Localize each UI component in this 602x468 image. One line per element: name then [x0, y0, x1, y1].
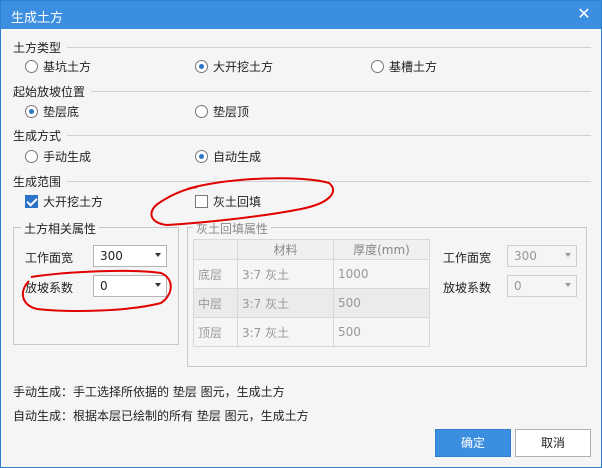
work-width-combo[interactable]: 300 [93, 245, 167, 267]
slope-start-label: 起始放坡位置 [13, 85, 86, 99]
chevron-down-icon [155, 253, 161, 257]
slope-coef-combo[interactable]: 0 [93, 275, 167, 297]
table-header-blank [193, 239, 238, 260]
divider [67, 135, 591, 136]
ok-button[interactable]: 确定 [435, 429, 511, 457]
radio-label: 基坑土方 [43, 60, 92, 74]
radio-trench-earth[interactable]: 基槽土方 [371, 58, 437, 75]
radio-cushion-bottom[interactable]: 垫层底 [25, 103, 79, 120]
radio-selected-icon [195, 150, 208, 163]
backfill-slope-coef-combo[interactable]: 0 [507, 275, 577, 297]
radio-selected-icon [25, 105, 38, 118]
gen-range-label: 生成范围 [13, 175, 62, 189]
radio-label: 垫层底 [43, 105, 80, 119]
chevron-down-icon [565, 253, 571, 257]
title-bar: 生成土方 ✕ [1, 1, 601, 29]
work-width-label: 工作面宽 [25, 251, 74, 265]
material-cell: 3:7 灰土 [237, 259, 334, 289]
checkbox-checked-icon [25, 195, 38, 208]
checkbox-label: 大开挖土方 [43, 195, 104, 209]
layer-cell: 顶层 [193, 317, 238, 347]
divider [91, 91, 591, 92]
earth-props-label: 土方相关属性 [21, 220, 100, 237]
manual-note: 手动生成：手工选择所依据的 垫层 图元，生成土方 [13, 385, 285, 399]
slope-coef-value: 0 [100, 279, 108, 293]
window-title: 生成土方 [11, 11, 64, 26]
radio-icon [195, 105, 208, 118]
radio-open-excavation-earth[interactable]: 大开挖土方 [195, 58, 273, 75]
radio-label: 大开挖土方 [213, 60, 274, 74]
divider [67, 181, 591, 182]
chevron-down-icon [155, 283, 161, 287]
backfill-props-label: 灰土回填属性 [193, 220, 272, 237]
radio-label: 手动生成 [43, 150, 92, 164]
backfill-table: 材料 厚度(mm) 底层 3:7 灰土 1000 中层 3:7 灰土 500 顶… [193, 239, 430, 347]
checkbox-icon [195, 195, 208, 208]
layer-cell: 中层 [193, 288, 238, 318]
table-row: 中层 3:7 灰土 500 [193, 288, 430, 318]
radio-auto-generate[interactable]: 自动生成 [195, 148, 261, 165]
thickness-cell: 500 [333, 288, 430, 318]
radio-selected-icon [195, 60, 208, 73]
checkbox-open-excavation-earth[interactable]: 大开挖土方 [25, 193, 103, 210]
slope-coef-label: 放坡系数 [25, 281, 74, 295]
thickness-cell: 500 [333, 317, 430, 347]
radio-cushion-top[interactable]: 垫层顶 [195, 103, 249, 120]
material-cell: 3:7 灰土 [237, 288, 334, 318]
chevron-down-icon [565, 283, 571, 287]
checkbox-lime-soil-backfill[interactable]: 灰土回填 [195, 193, 261, 210]
table-header-material: 材料 [237, 239, 334, 260]
close-icon[interactable]: ✕ [575, 5, 593, 23]
table-row: 顶层 3:7 灰土 500 [193, 317, 430, 347]
backfill-slope-coef-label: 放坡系数 [443, 281, 492, 295]
backfill-work-width-combo[interactable]: 300 [507, 245, 577, 267]
material-cell: 3:7 灰土 [237, 317, 334, 347]
generate-earthwork-dialog: 生成土方 ✕ 土方类型 基坑土方 大开挖土方 基槽土方 起始放坡位置 垫层底 垫… [0, 0, 602, 468]
radio-icon [371, 60, 384, 73]
backfill-slope-coef-value: 0 [514, 279, 522, 293]
radio-icon [25, 60, 38, 73]
thickness-cell: 1000 [333, 259, 430, 289]
radio-manual-generate[interactable]: 手动生成 [25, 148, 91, 165]
work-width-value: 300 [100, 249, 123, 263]
table-row: 底层 3:7 灰土 1000 [193, 259, 430, 289]
backfill-work-width-label: 工作面宽 [443, 251, 492, 265]
backfill-work-width-value: 300 [514, 249, 537, 263]
radio-foundation-pit-earth[interactable]: 基坑土方 [25, 58, 91, 75]
radio-label: 垫层顶 [213, 105, 250, 119]
radio-icon [25, 150, 38, 163]
divider [67, 47, 591, 48]
radio-label: 基槽土方 [389, 60, 438, 74]
cancel-button[interactable]: 取消 [515, 429, 591, 457]
checkbox-label: 灰土回填 [213, 195, 262, 209]
auto-note: 自动生成：根据本层已绘制的所有 垫层 图元，生成土方 [13, 409, 309, 423]
layer-cell: 底层 [193, 259, 238, 289]
earth-type-label: 土方类型 [13, 41, 62, 55]
table-header-thickness: 厚度(mm) [333, 239, 430, 260]
gen-mode-label: 生成方式 [13, 129, 62, 143]
radio-label: 自动生成 [213, 150, 262, 164]
